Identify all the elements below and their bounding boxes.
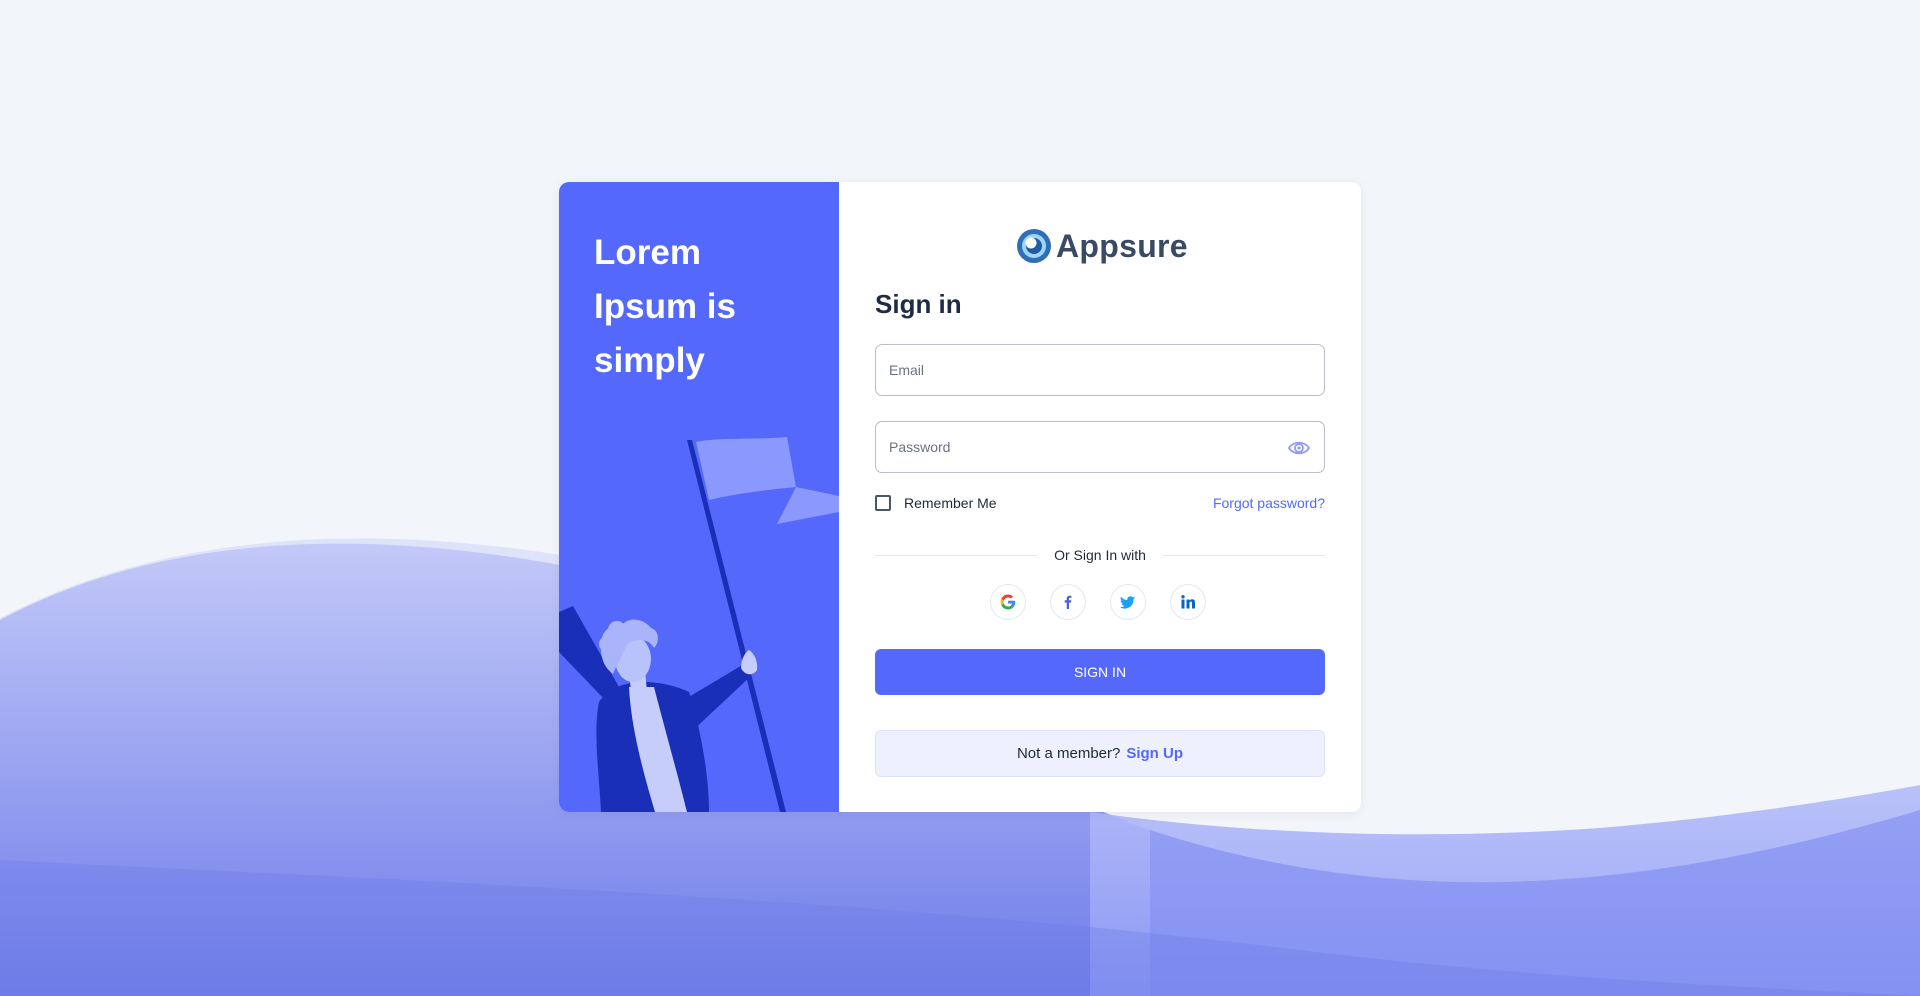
linkedin-login-button[interactable] — [1170, 584, 1206, 620]
promo-panel: Lorem Ipsum is simply — [559, 182, 839, 812]
social-divider: Or Sign In with — [875, 545, 1326, 565]
email-field[interactable] — [876, 345, 1324, 395]
forgot-password-link[interactable]: Forgot password? — [1213, 495, 1325, 511]
facebook-icon — [1064, 595, 1072, 609]
page-title: Sign in — [875, 289, 962, 319]
logo-text: Appsure — [1056, 227, 1188, 264]
linkedin-icon — [1181, 595, 1195, 609]
appsure-logo-icon — [1017, 229, 1051, 263]
appsure-logo: Appsure — [1016, 226, 1188, 266]
divider-line-left — [875, 554, 1038, 556]
twitter-icon — [1120, 596, 1135, 609]
facebook-login-button[interactable] — [1050, 584, 1086, 620]
remember-me-label: Remember Me — [904, 495, 997, 511]
email-field-container — [875, 344, 1325, 396]
password-field[interactable] — [876, 422, 1324, 472]
google-login-button[interactable] — [990, 584, 1026, 620]
password-field-container — [875, 421, 1325, 473]
remember-me-checkbox[interactable]: Remember Me — [875, 495, 997, 511]
eye-icon[interactable] — [1287, 437, 1311, 459]
divider-line-right — [1162, 554, 1326, 556]
sign-up-link[interactable]: Sign Up — [1126, 745, 1183, 762]
sign-in-button[interactable]: SIGN IN — [875, 649, 1325, 695]
social-divider-text: Or Sign In with — [1054, 547, 1146, 563]
twitter-login-button[interactable] — [1110, 584, 1146, 620]
flag-person-illustration — [559, 437, 839, 812]
signin-card: Lorem Ipsum is simply Appsure Sign in Em… — [559, 182, 1361, 812]
signup-prompt: Not a member? Sign Up — [875, 730, 1325, 777]
signin-form-panel: Appsure Sign in Remember Me Forgot passw… — [839, 182, 1361, 812]
social-login-buttons — [990, 584, 1206, 620]
remember-row: Remember Me Forgot password? — [875, 492, 1325, 514]
google-icon — [1000, 594, 1016, 610]
checkbox-box[interactable] — [875, 495, 891, 511]
member-prompt-text: Not a member? — [1016, 745, 1121, 762]
